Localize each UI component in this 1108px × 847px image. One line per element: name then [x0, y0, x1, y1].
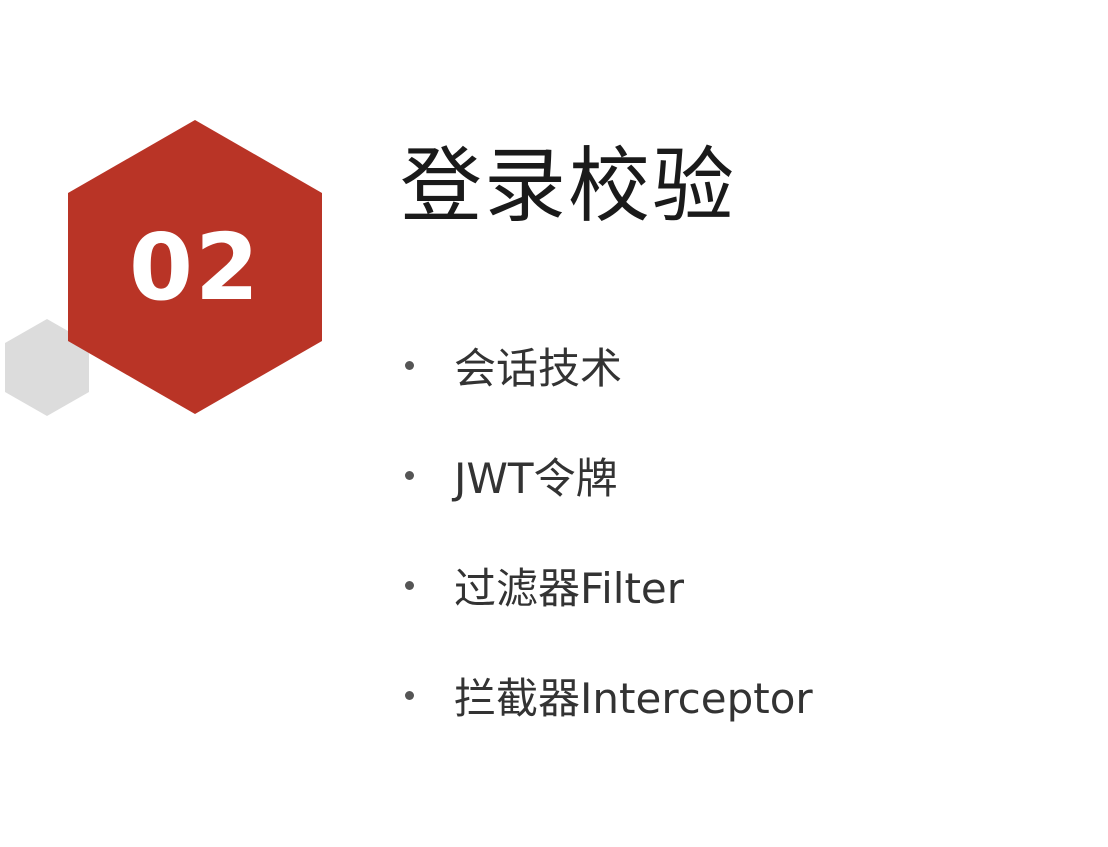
list-item: 会话技术	[400, 310, 813, 420]
list-item-text: 拦截器Interceptor	[454, 673, 813, 723]
slide-title: 登录校验	[400, 139, 737, 234]
slide: 02 登录校验 会话技术 JWT令牌 过滤器Filter 拦截器Intercep…	[0, 0, 1108, 847]
bullet-dot-icon	[405, 690, 414, 700]
list-item: JWT令牌	[400, 420, 813, 530]
bullet-list: 会话技术 JWT令牌 过滤器Filter 拦截器Interceptor	[400, 310, 813, 750]
bullet-dot-icon	[405, 470, 414, 480]
list-item-text: 会话技术	[454, 343, 623, 393]
list-item-text: 过滤器Filter	[454, 563, 685, 613]
bullet-dot-icon	[405, 360, 414, 370]
list-item-text: JWT令牌	[454, 453, 618, 503]
section-number: 02	[128, 213, 262, 321]
list-item: 拦截器Interceptor	[400, 640, 813, 750]
bullet-dot-icon	[405, 580, 414, 590]
list-item: 过滤器Filter	[400, 530, 813, 640]
